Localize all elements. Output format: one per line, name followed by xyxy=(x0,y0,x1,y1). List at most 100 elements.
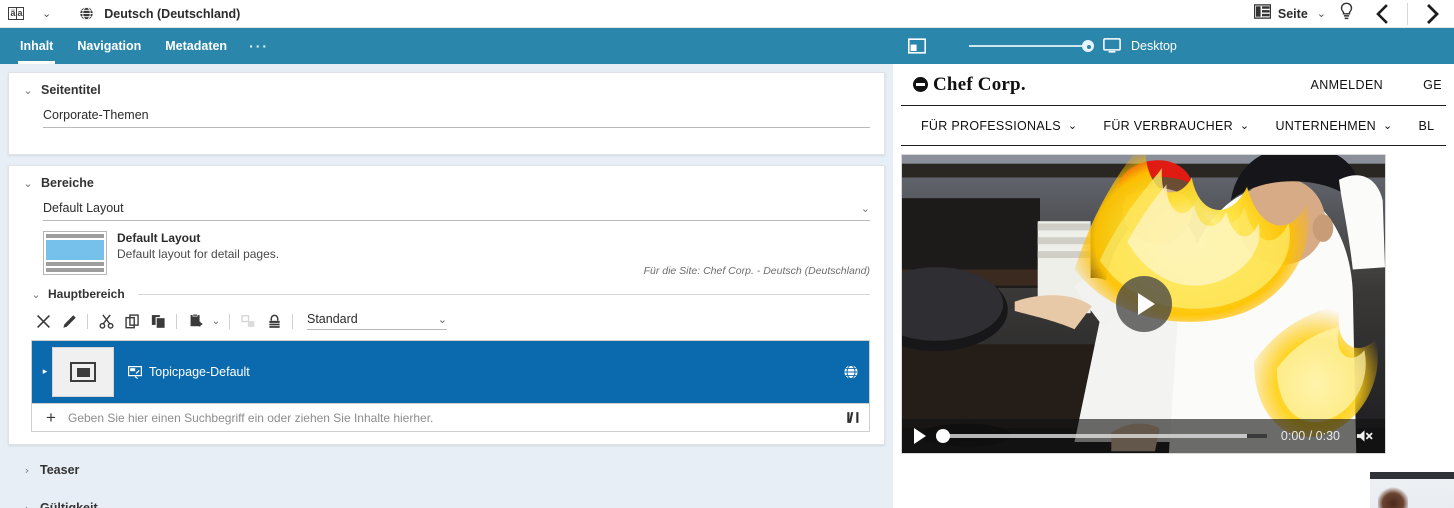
cut-scissors-icon[interactable] xyxy=(94,311,118,331)
previous-page-button[interactable] xyxy=(1361,4,1403,24)
layout-site-note: Für die Site: Chef Corp. - Deutsch (Deut… xyxy=(117,265,870,277)
device-label: Desktop xyxy=(1131,39,1177,53)
chevron-down-icon[interactable]: ⌄ xyxy=(31,288,41,301)
chevron-down-icon[interactable]: ⌄ xyxy=(438,313,447,326)
form-tab-bar: Inhalt Navigation Metadaten ··· xyxy=(0,28,893,64)
page-link-icon xyxy=(128,365,142,379)
list-item[interactable]: ▸ Topicpage-Default xyxy=(32,341,869,403)
site-header: Chef Corp. ANMELDEN GE xyxy=(901,64,1446,106)
seitentitel-input[interactable]: Corporate-Themen xyxy=(43,105,870,128)
lock-icon[interactable] xyxy=(262,311,286,331)
copy-icon[interactable] xyxy=(120,311,144,331)
layout-info: Default Layout Default layout for detail… xyxy=(117,231,870,277)
page-type-caret[interactable]: ⌄ xyxy=(1317,7,1326,20)
link-icon xyxy=(236,311,260,331)
site-main-menu: FÜR PROFESSIONALS ⌄ FÜR VERBRAUCHER ⌄ UN… xyxy=(901,106,1446,146)
variant-select-value: Standard xyxy=(307,312,358,326)
gueltigkeit-title: Gültigkeit xyxy=(40,501,98,508)
remove-icon[interactable] xyxy=(31,311,55,331)
add-content-row[interactable]: + Geben Sie hier einen Suchbegriff ein o… xyxy=(32,403,869,431)
form-scroll-area: ⌄ Seitentitel Corporate-Themen ⌄ Bereich… xyxy=(0,64,893,508)
paste-options-caret[interactable]: ⌄ xyxy=(209,316,223,327)
page-layout-icon xyxy=(1254,4,1271,24)
field-spacer xyxy=(23,128,870,142)
chevron-down-icon[interactable]: ⌄ xyxy=(861,202,870,215)
chevron-down-icon[interactable]: ⌄ xyxy=(23,177,33,190)
list-item-thumbnail xyxy=(52,347,114,397)
current-language-label: Deutsch (Deutschland) xyxy=(104,7,240,21)
play-button-icon[interactable] xyxy=(1116,276,1172,332)
filter-icon[interactable] xyxy=(846,410,861,425)
video-controls: 0:00 / 0:30 xyxy=(902,419,1385,453)
slider-track[interactable] xyxy=(969,45,1089,47)
monitor-icon[interactable] xyxy=(1103,38,1121,54)
toolbar-divider xyxy=(1407,3,1408,25)
video-progress-handle[interactable] xyxy=(936,429,950,443)
header-rule xyxy=(138,294,870,295)
variant-select[interactable]: Standard ⌄ xyxy=(307,312,447,330)
section-teaser[interactable]: › Teaser xyxy=(22,457,885,483)
tab-inhalt[interactable]: Inhalt xyxy=(8,28,65,64)
plus-icon[interactable]: + xyxy=(40,409,62,426)
tab-navigation[interactable]: Navigation xyxy=(65,28,153,64)
menu-item-fuer-verbraucher[interactable]: FÜR VERBRAUCHER ⌄ xyxy=(1103,119,1249,133)
seitentitel-header[interactable]: ⌄ Seitentitel xyxy=(23,83,870,97)
viewport-width-slider[interactable] xyxy=(969,45,1089,47)
translate-icon[interactable]: äa xyxy=(6,6,26,22)
chevron-down-icon[interactable]: ⌄ xyxy=(1383,119,1393,132)
top-bar-left-group: äa ⌄ Deutsch (Deutschland) xyxy=(0,6,240,22)
chevron-right-icon[interactable]: › xyxy=(22,464,32,477)
site-link-truncated[interactable]: GE xyxy=(1423,78,1442,92)
chevron-down-icon[interactable]: ⌄ xyxy=(23,84,33,97)
toolbar-divider xyxy=(176,314,177,329)
hauptbereich-header[interactable]: ⌄ Hauptbereich xyxy=(31,287,870,301)
tab-metadaten[interactable]: Metadaten xyxy=(153,28,239,64)
slider-handle[interactable] xyxy=(1082,40,1094,52)
paste-icon[interactable] xyxy=(146,311,170,331)
menu-item-fuer-professionals[interactable]: FÜR PROFESSIONALS ⌄ xyxy=(921,119,1077,133)
chevron-down-icon[interactable]: ⌄ xyxy=(1068,119,1078,132)
menu-label: FÜR VERBRAUCHER xyxy=(1103,119,1233,133)
main-area-toolbar: ⌄ xyxy=(31,310,870,332)
content-link-list: ▸ Topicpage-Default xyxy=(31,340,870,432)
layout-thumbnail-icon xyxy=(43,231,107,275)
language-dropdown-caret[interactable]: ⌄ xyxy=(42,7,51,20)
form-pane: Inhalt Navigation Metadaten ··· ⌄ Seiten… xyxy=(0,28,893,508)
menu-item-unternehmen[interactable]: UNTERNEHMEN ⌄ xyxy=(1275,119,1392,133)
section-gueltigkeit[interactable]: › Gültigkeit xyxy=(22,495,885,508)
play-triangle xyxy=(1138,293,1155,315)
preview-panel-icon[interactable] xyxy=(905,38,929,54)
edit-pencil-icon[interactable] xyxy=(57,311,81,331)
chevron-down-icon[interactable]: ⌄ xyxy=(1240,119,1250,132)
menu-label: UNTERNEHMEN xyxy=(1275,119,1376,133)
hints-button[interactable] xyxy=(1332,2,1361,26)
seitentitel-value: Corporate-Themen xyxy=(43,108,149,122)
content-search-input[interactable]: Geben Sie hier einen Suchbegriff ein ode… xyxy=(68,411,846,425)
layout-name: Default Layout xyxy=(117,231,870,245)
tab-overflow-menu[interactable]: ··· xyxy=(239,28,279,64)
toolbar-divider xyxy=(292,314,293,329)
site-link-anmelden[interactable]: ANMELDEN xyxy=(1310,78,1383,92)
list-item-label: Topicpage-Default xyxy=(149,365,250,379)
application-top-bar: äa ⌄ Deutsch (Deutschland) xyxy=(0,0,1454,28)
paste-insert-icon[interactable] xyxy=(183,311,207,331)
volume-muted-icon[interactable] xyxy=(1356,428,1373,444)
menu-item-truncated[interactable]: BL xyxy=(1419,119,1435,133)
site-header-links: ANMELDEN GE xyxy=(1310,78,1446,92)
section-bereiche: ⌄ Bereiche Default Layout ⌄ Default xyxy=(8,165,885,445)
chevron-right-icon[interactable]: › xyxy=(22,502,32,508)
next-page-button[interactable] xyxy=(1412,4,1454,24)
page-type-button[interactable]: Seite ⌄ xyxy=(1248,4,1332,24)
video-progress-bar[interactable] xyxy=(940,434,1267,438)
hero-video-player[interactable]: 0:00 / 0:30 xyxy=(901,154,1386,454)
menu-label: BL xyxy=(1419,119,1435,133)
bereiche-header[interactable]: ⌄ Bereiche xyxy=(23,176,870,190)
play-icon[interactable] xyxy=(914,428,926,444)
expand-row-caret[interactable]: ▸ xyxy=(38,367,52,377)
preview-toolbar: Desktop xyxy=(893,28,1454,64)
globe-icon[interactable] xyxy=(843,364,859,380)
layout-select[interactable]: Default Layout ⌄ xyxy=(43,198,870,221)
menu-label: FÜR PROFESSIONALS xyxy=(921,119,1061,133)
site-logo[interactable]: Chef Corp. xyxy=(913,74,1026,96)
main-split: Inhalt Navigation Metadaten ··· ⌄ Seiten… xyxy=(0,28,1454,508)
